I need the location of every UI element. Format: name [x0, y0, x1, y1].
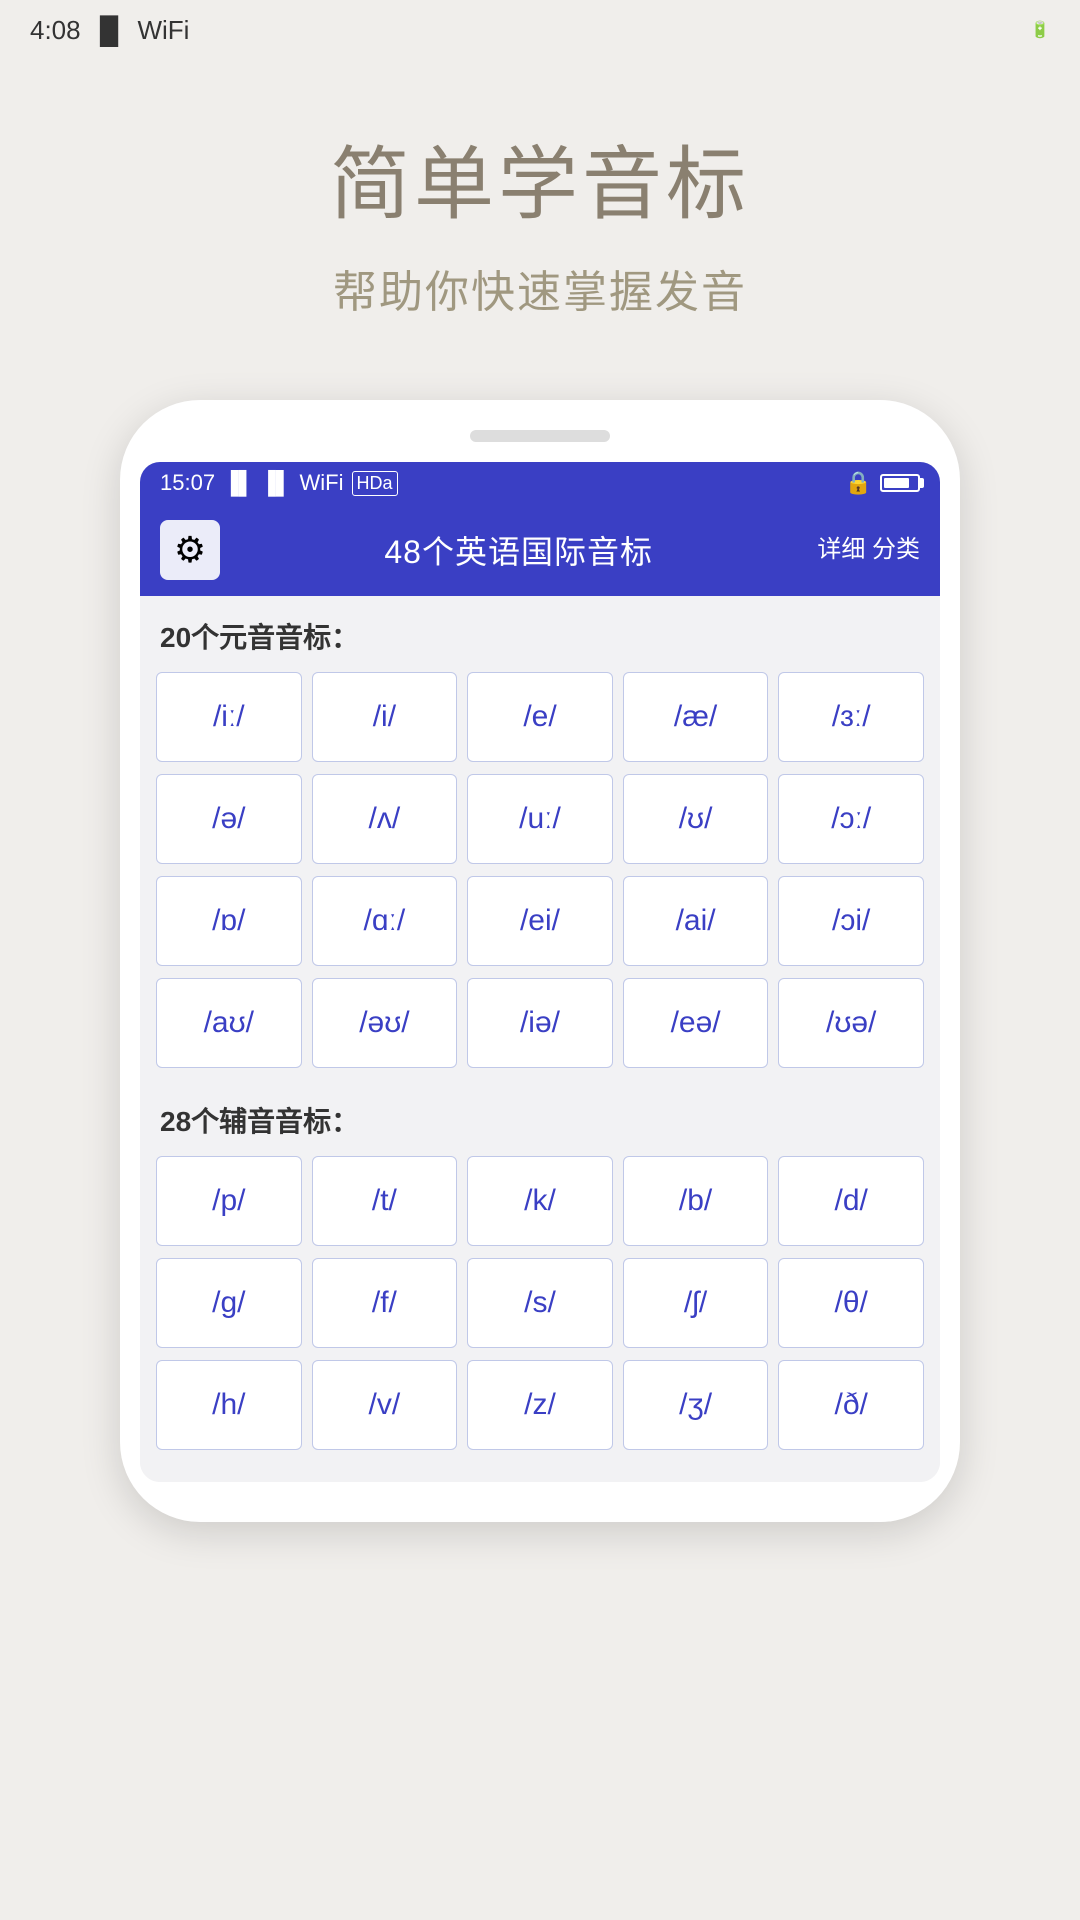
consonants-row-3: /h/ /v/ /z/ /ʒ/ /ð/ [156, 1360, 924, 1450]
app-signal-icon: ▐▌ ▐▌ [223, 470, 291, 496]
phoneme-schwa[interactable]: /ə/ [156, 774, 302, 864]
vowels-row-4: /aʊ/ /əʊ/ /iə/ /eə/ /ʊə/ [156, 978, 924, 1068]
app-content: 20个元音音标： /iː/ /i/ /e/ /æ/ /ɜː/ /ə/ /ʌ/ /… [140, 596, 940, 1482]
app-status-left: 15:07 ▐▌ ▐▌ WiFi HDa [160, 470, 398, 496]
phoneme-aa[interactable]: /ɑː/ [312, 876, 458, 966]
status-bar-left: 4:08 ▐▌ WiFi [30, 15, 189, 46]
phoneme-g[interactable]: /g/ [156, 1258, 302, 1348]
app-hd-icon: HDa [352, 471, 398, 496]
phoneme-t[interactable]: /t/ [312, 1156, 458, 1246]
phoneme-ea[interactable]: /eə/ [623, 978, 769, 1068]
vowels-section-title: 20个元音音标： [160, 616, 924, 656]
phoneme-ii[interactable]: /iː/ [156, 672, 302, 762]
phoneme-au[interactable]: /aʊ/ [156, 978, 302, 1068]
main-title: 简单学音标 [330, 120, 750, 236]
phoneme-oi[interactable]: /ɔi/ [778, 876, 924, 966]
toolbar-title: 48个英语国际音标 [384, 527, 653, 573]
consonants-row-1: /p/ /t/ /k/ /b/ /d/ [156, 1156, 924, 1246]
phoneme-eth[interactable]: /ð/ [778, 1360, 924, 1450]
phoneme-f[interactable]: /f/ [312, 1258, 458, 1348]
app-lock-icon: 🔒 [845, 470, 872, 496]
consonants-section-title: 28个辅音音标： [160, 1100, 924, 1140]
phoneme-upsilon[interactable]: /ʊ/ [623, 774, 769, 864]
outer-status-bar: 4:08 ▐▌ WiFi 🔋 [0, 0, 1080, 60]
vowels-row-3: /ɒ/ /ɑː/ /ei/ /ai/ /ɔi/ [156, 876, 924, 966]
phoneme-s[interactable]: /s/ [467, 1258, 613, 1348]
signal-icon: ▐▌ [91, 15, 128, 46]
settings-icon[interactable]: ⚙ [160, 520, 220, 580]
phoneme-sh[interactable]: /ʃ/ [623, 1258, 769, 1348]
consonants-row-2: /g/ /f/ /s/ /ʃ/ /θ/ [156, 1258, 924, 1348]
status-bar-right: 🔋 [1030, 20, 1050, 40]
phoneme-lambda[interactable]: /ʌ/ [312, 774, 458, 864]
phoneme-b[interactable]: /b/ [623, 1156, 769, 1246]
gear-symbol: ⚙ [174, 529, 206, 571]
outer-battery-icon: 🔋 [1030, 20, 1050, 40]
sub-title: 帮助你快速掌握发音 [330, 256, 750, 320]
app-wifi-icon: WiFi [300, 470, 344, 496]
wifi-icon: WiFi [137, 15, 189, 46]
vowels-row-1: /iː/ /i/ /e/ /æ/ /ɜː/ [156, 672, 924, 762]
phoneme-ei[interactable]: /ei/ [467, 876, 613, 966]
app-status-bar: 15:07 ▐▌ ▐▌ WiFi HDa 🔒 [140, 462, 940, 504]
phone-speaker [470, 430, 610, 442]
phoneme-o[interactable]: /ɒ/ [156, 876, 302, 966]
phoneme-3[interactable]: /ɜː/ [778, 672, 924, 762]
app-toolbar: ⚙ 48个英语国际音标 详细 分类 [140, 504, 940, 596]
phoneme-e[interactable]: /e/ [467, 672, 613, 762]
phoneme-p[interactable]: /p/ [156, 1156, 302, 1246]
app-time: 15:07 [160, 470, 215, 496]
phoneme-k[interactable]: /k/ [467, 1156, 613, 1246]
time-display: 4:08 [30, 15, 81, 46]
phoneme-i[interactable]: /i/ [312, 672, 458, 762]
phoneme-ue[interactable]: /ʊə/ [778, 978, 924, 1068]
detail-classify-button[interactable]: 详细 分类 [817, 534, 920, 565]
app-status-right: 🔒 [845, 470, 920, 496]
phoneme-eu[interactable]: /əʊ/ [312, 978, 458, 1068]
title-section: 简单学音标 帮助你快速掌握发音 [330, 120, 750, 320]
app-screen: 15:07 ▐▌ ▐▌ WiFi HDa 🔒 ⚙ 48个英语国际音标 详细 分类 [140, 462, 940, 1482]
phoneme-z[interactable]: /z/ [467, 1360, 613, 1450]
phoneme-h[interactable]: /h/ [156, 1360, 302, 1450]
phoneme-ou[interactable]: /ɔː/ [778, 774, 924, 864]
phoneme-theta[interactable]: /θ/ [778, 1258, 924, 1348]
vowels-row-2: /ə/ /ʌ/ /uː/ /ʊ/ /ɔː/ [156, 774, 924, 864]
app-battery-icon [880, 474, 920, 492]
phoneme-ie[interactable]: /iə/ [467, 978, 613, 1068]
phoneme-ai[interactable]: /ai/ [623, 876, 769, 966]
phoneme-zh[interactable]: /ʒ/ [623, 1360, 769, 1450]
phoneme-ae[interactable]: /æ/ [623, 672, 769, 762]
phoneme-v[interactable]: /v/ [312, 1360, 458, 1450]
section-divider [156, 1080, 924, 1100]
phoneme-uu[interactable]: /uː/ [467, 774, 613, 864]
phoneme-d[interactable]: /d/ [778, 1156, 924, 1246]
phone-mockup: 15:07 ▐▌ ▐▌ WiFi HDa 🔒 ⚙ 48个英语国际音标 详细 分类 [120, 400, 960, 1522]
